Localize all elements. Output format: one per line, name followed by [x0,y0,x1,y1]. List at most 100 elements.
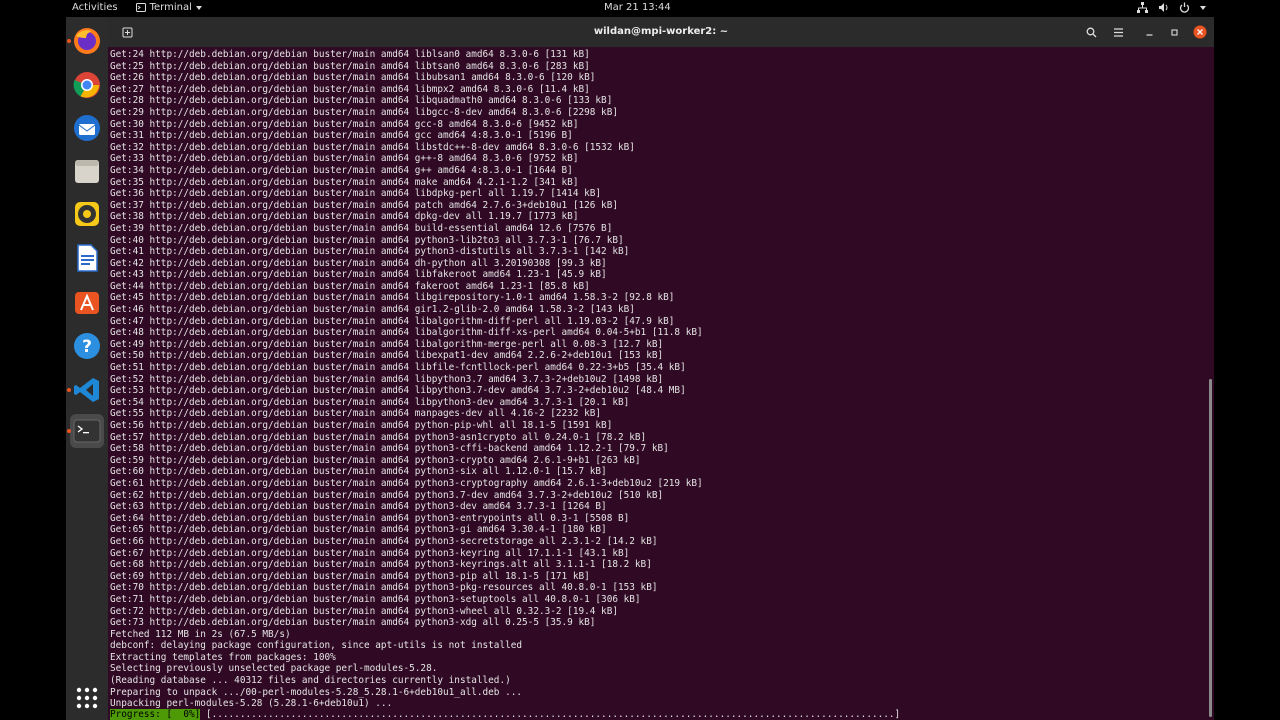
terminal-line: Get:46 http://deb.debian.org/debian bust… [110,304,635,316]
terminal-window: wildan@mpi-worker2: ~ Get:24 http://deb.… [108,17,1214,720]
app-grid-icon [76,687,98,709]
terminal-line: Get:69 http://deb.debian.org/debian bust… [110,570,590,582]
progress-label: Progress: [ 0%] [110,709,201,720]
terminal-line: Get:32 http://deb.debian.org/debian bust… [110,141,635,153]
clock[interactable]: Mar 21 13:44 [604,2,671,13]
terminal-line: Get:49 http://deb.debian.org/debian bust… [110,338,664,350]
terminal-line: Get:41 http://deb.debian.org/debian bust… [110,246,630,258]
terminal-line: Get:51 http://deb.debian.org/debian bust… [110,362,686,374]
dock-rhythmbox[interactable] [70,197,104,231]
activities-button[interactable]: Activities [72,2,118,13]
terminal-line: Get:36 http://deb.debian.org/debian bust… [110,188,602,200]
terminal-line: Get:39 http://deb.debian.org/debian bust… [110,222,613,234]
terminal-line: Get:63 http://deb.debian.org/debian bust… [110,501,607,513]
terminal-line: Get:45 http://deb.debian.org/debian bust… [110,292,675,304]
dock-files[interactable] [70,154,104,188]
terminal-line: Get:64 http://deb.debian.org/debian bust… [110,512,630,524]
chrome-icon [73,72,100,98]
terminal-line: Get:25 http://deb.debian.org/debian bust… [110,60,590,72]
terminal-line: Get:70 http://deb.debian.org/debian bust… [110,582,658,594]
terminal-line: Get:52 http://deb.debian.org/debian bust… [110,373,664,385]
terminal-line: Get:66 http://deb.debian.org/debian bust… [110,535,658,547]
app-menu-button[interactable]: Terminal [135,2,202,13]
terminal-app-icon [135,3,146,12]
dock-ubuntu-software[interactable] [70,285,104,319]
terminal-line: Get:35 http://deb.debian.org/debian bust… [110,176,579,188]
progress-bar: [.......................................… [200,709,901,720]
terminal-line: Get:26 http://deb.debian.org/debian bust… [110,72,596,84]
terminal-line: Get:28 http://deb.debian.org/debian bust… [110,95,613,107]
terminal-line: debconf: delaying package configuration,… [110,640,523,652]
window-title: wildan@mpi-worker2: ~ [593,26,729,37]
terminal-line: Get:73 http://deb.debian.org/debian bust… [110,617,596,629]
maximize-button[interactable] [1165,23,1183,41]
power-icon [1179,2,1190,13]
terminal-line: Get:57 http://deb.debian.org/debian bust… [110,431,647,443]
title-bar[interactable]: wildan@mpi-worker2: ~ [108,17,1214,47]
close-button[interactable] [1191,23,1209,41]
minimize-button[interactable] [1140,23,1158,41]
terminal-icon [73,419,101,443]
app-menu-label: Terminal [149,2,192,13]
dock-chrome[interactable] [70,68,104,102]
terminal-line: Get:68 http://deb.debian.org/debian bust… [110,559,652,571]
writer-icon [77,244,98,272]
terminal-line: Get:65 http://deb.debian.org/debian bust… [110,524,607,536]
terminal-line: Get:24 http://deb.debian.org/debian bust… [110,49,590,60]
svg-text:?: ? [82,337,92,357]
terminal-line: Get:55 http://deb.debian.org/debian bust… [110,408,602,420]
system-menu-chevron-icon [1200,6,1206,10]
hamburger-menu-icon [1113,27,1123,37]
terminal-line: Get:43 http://deb.debian.org/debian bust… [110,269,607,281]
dock-firefox[interactable] [67,24,104,58]
terminal-line: Get:72 http://deb.debian.org/debian bust… [110,605,618,617]
terminal-line: Get:29 http://deb.debian.org/debian bust… [110,106,618,118]
terminal-output[interactable]: Get:24 http://deb.debian.org/debian bust… [110,49,1202,710]
firefox-icon [74,28,100,54]
dock: ? [66,17,108,720]
terminal-line: Extracting templates from packages: 100% [110,651,336,663]
terminal-line: Get:44 http://deb.debian.org/debian bust… [110,280,590,292]
terminal-line: Get:38 http://deb.debian.org/debian bust… [110,211,579,223]
terminal-line: Preparing to unpack .../00-perl-modules-… [110,686,523,698]
rhythmbox-icon [75,202,99,226]
vscode-icon [74,378,99,402]
system-tray[interactable] [1137,2,1206,13]
terminal-line: Get:30 http://deb.debian.org/debian bust… [110,118,579,130]
dock-thunderbird[interactable] [70,111,104,145]
chevron-down-icon [195,5,202,10]
terminal-line: Get:53 http://deb.debian.org/debian bust… [110,385,686,397]
close-icon [1193,25,1207,39]
minimize-icon [1146,33,1152,36]
running-indicator [67,39,71,43]
dock-help[interactable]: ? [70,329,104,363]
terminal-line: Get:54 http://deb.debian.org/debian bust… [110,396,630,408]
menu-button[interactable] [1109,23,1127,41]
terminal-line: Get:56 http://deb.debian.org/debian bust… [110,420,613,431]
search-button[interactable] [1082,23,1100,41]
terminal-line: Get:48 http://deb.debian.org/debian bust… [110,327,703,339]
terminal-line: (Reading database ... 40312 files and di… [110,675,511,687]
terminal-line: Get:40 http://deb.debian.org/debian bust… [110,234,624,246]
terminal-line: Selecting previously unselected package … [110,663,438,675]
terminal-line: Get:42 http://deb.debian.org/debian bust… [110,257,607,269]
volume-icon [1159,3,1168,12]
terminal-line: Get:47 http://deb.debian.org/debian bust… [110,315,675,327]
dock-writer[interactable] [70,241,104,275]
terminal-line: Get:37 http://deb.debian.org/debian bust… [110,199,618,211]
terminal-line: Get:67 http://deb.debian.org/debian bust… [110,547,630,559]
network-icon [1137,2,1148,13]
show-applications-button[interactable] [70,681,104,715]
apt-progress: Progress: [ 0%] [.......................… [110,709,900,720]
top-bar: Activities Terminal Mar 21 13:44 [66,0,1214,17]
terminal-line: Get:71 http://deb.debian.org/debian bust… [110,593,641,605]
terminal-line: Fetched 112 MB in 2s (67.5 MB/s) [110,628,291,640]
terminal-line: Get:34 http://deb.debian.org/debian bust… [110,164,573,176]
dock-vscode[interactable] [67,373,104,407]
terminal-line: Get:33 http://deb.debian.org/debian bust… [110,153,579,165]
terminal-scrollbar[interactable] [1209,379,1212,717]
maximize-icon [1170,28,1178,36]
terminal-line: Get:60 http://deb.debian.org/debian bust… [110,466,607,478]
dock-terminal[interactable] [67,414,104,448]
terminal-line: Get:61 http://deb.debian.org/debian bust… [110,477,703,489]
